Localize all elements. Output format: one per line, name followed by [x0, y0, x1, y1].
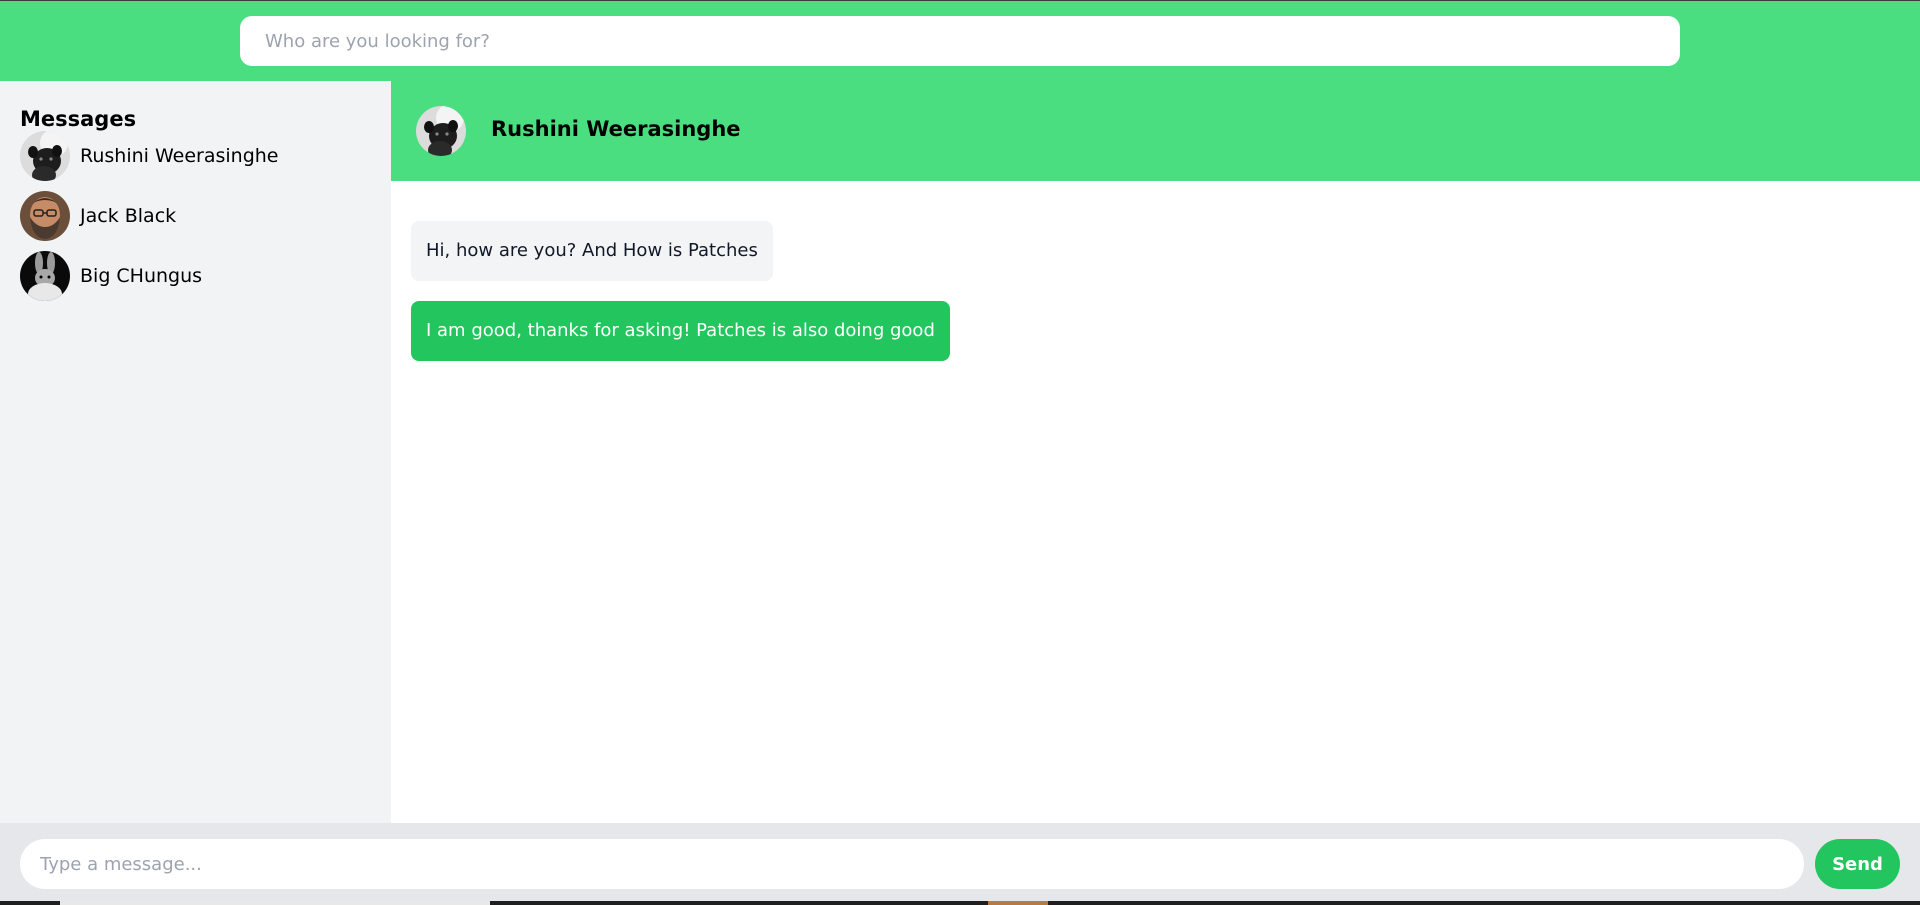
pug-avatar	[20, 131, 70, 181]
received-message: Hi, how are you? And How is Patches	[411, 221, 773, 281]
sidebar: Messages Rushini Weerasinghe Jack Black …	[0, 81, 391, 823]
bearded-man-avatar	[20, 191, 70, 241]
message-composer: Send	[0, 823, 1920, 905]
contact-name: Big CHungus	[80, 265, 203, 287]
send-button[interactable]: Send	[1815, 839, 1900, 889]
contact-name: Rushini Weerasinghe	[80, 145, 279, 167]
sent-message: I am good, thanks for asking! Patches is…	[411, 301, 950, 361]
sidebar-title: Messages	[20, 107, 137, 131]
chat-contact-name: Rushini Weerasinghe	[491, 117, 741, 141]
search-input[interactable]	[240, 16, 1680, 66]
contact-jack-black[interactable]: Jack Black	[20, 191, 380, 241]
contact-big-chungus[interactable]: Big CHungus	[20, 251, 380, 301]
taskbar-segment	[988, 901, 1048, 905]
message-list: Hi, how are you? And How is Patches I am…	[391, 181, 1920, 823]
contact-rushini-weerasinghe[interactable]: Rushini Weerasinghe	[20, 131, 380, 181]
chat-header: Rushini Weerasinghe	[391, 81, 1920, 181]
taskbar-segment	[60, 901, 490, 905]
top-bar	[0, 0, 1920, 81]
message-input[interactable]	[20, 839, 1804, 889]
rabbit-avatar	[20, 251, 70, 301]
contact-name: Jack Black	[80, 205, 177, 227]
taskbar-strip	[0, 901, 1920, 905]
pug-avatar	[416, 106, 466, 156]
